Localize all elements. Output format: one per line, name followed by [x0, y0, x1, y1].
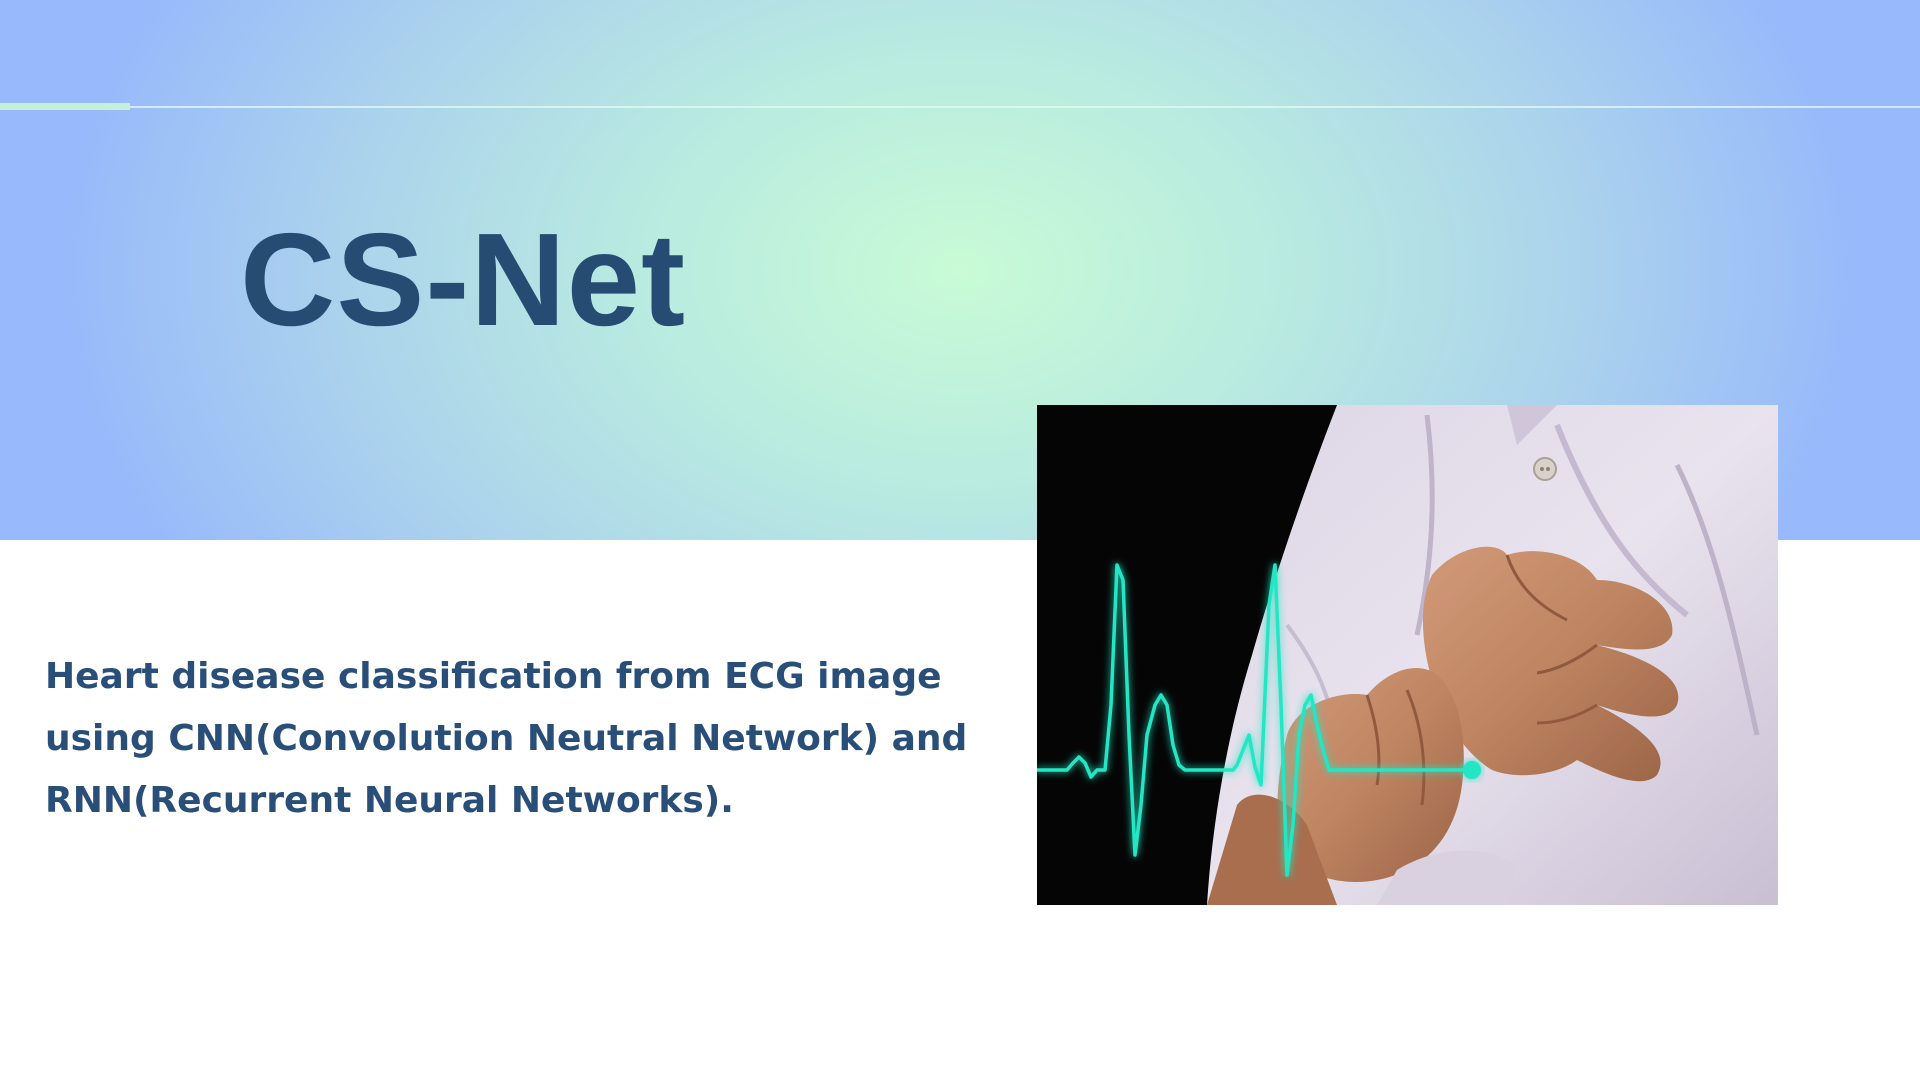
slide-description: Heart disease classification from ECG im…	[45, 656, 968, 821]
slide: CS-Net Heart disease classification from…	[0, 0, 1920, 1080]
chest-pain-ecg-photo	[1037, 405, 1778, 905]
slide-title: CS-Net	[240, 206, 687, 353]
divider-line	[0, 106, 1920, 108]
accent-bar	[0, 103, 130, 110]
